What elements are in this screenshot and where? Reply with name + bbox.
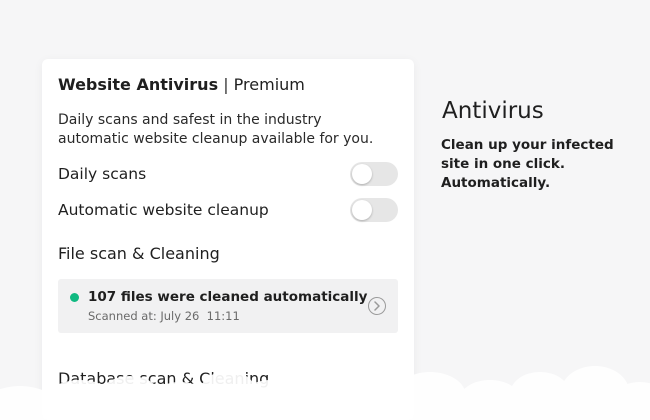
status-dot-icon [70,293,79,302]
auto-cleanup-toggle[interactable] [350,198,398,222]
scan-result-text: 107 files were cleaned automatically [88,289,368,305]
title-separator: | [223,75,229,94]
plan-tier: Premium [233,75,305,94]
database-scan-section-title: Database scan & Cleaning [58,369,270,388]
daily-scans-setting: Daily scans [58,162,398,186]
daily-scans-toggle[interactable] [350,162,398,186]
daily-scans-label: Daily scans [58,165,147,183]
file-scan-section-title: File scan & Cleaning [58,244,220,263]
promo-heading: Antivirus [442,98,544,124]
promo-text: Clean up your infected site in one click… [441,137,614,191]
file-scan-result[interactable]: 107 files were cleaned automatically Sca… [58,279,398,333]
antivirus-card: Website Antivirus | Premium Daily scans … [42,59,414,420]
product-name: Website Antivirus [58,75,219,94]
toggle-knob [352,200,372,220]
card-description: Daily scans and safest in the industry a… [58,112,374,147]
scan-timestamp: Scanned at: July 26 11:11 [88,309,240,323]
card-title: Website Antivirus | Premium [58,75,305,95]
chevron-right-icon[interactable] [368,297,386,315]
toggle-knob [352,164,372,184]
auto-cleanup-label: Automatic website cleanup [58,201,269,219]
auto-cleanup-setting: Automatic website cleanup [58,198,398,222]
